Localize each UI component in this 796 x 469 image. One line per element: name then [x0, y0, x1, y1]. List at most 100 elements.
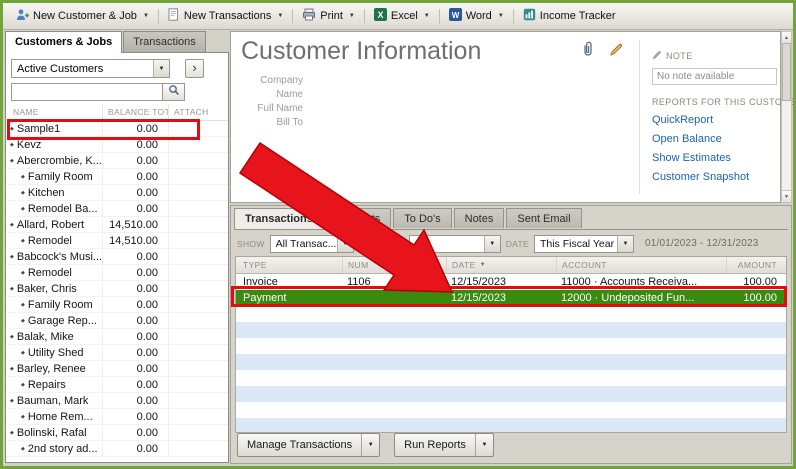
- customer-row[interactable]: ◆ Family Room 0.00: [6, 297, 228, 313]
- tab-transactions-left[interactable]: Transactions: [123, 31, 206, 52]
- full-name-label: Full Name: [257, 103, 303, 114]
- word-button[interactable]: W Word ▼: [442, 5, 511, 27]
- expand-diamond-icon: ◆: [21, 413, 25, 420]
- print-button[interactable]: Print ▼: [295, 5, 362, 27]
- customer-row[interactable]: ◆ Bauman, Mark 0.00: [6, 393, 228, 409]
- open-balance-link[interactable]: Open Balance: [652, 133, 772, 145]
- customer-balance: 0.00: [102, 345, 168, 360]
- scroll-down-icon[interactable]: ▼: [782, 190, 791, 202]
- note-pencil-icon: [652, 50, 662, 62]
- customer-row[interactable]: ◆ Garage Rep... 0.00: [6, 313, 228, 329]
- transaction-date: 12/15/2023: [451, 292, 507, 304]
- expand-diamond-icon: ◆: [10, 125, 14, 132]
- customer-row[interactable]: ◆ Abercrombie, K... 0.00: [6, 153, 228, 169]
- company-name-label: Company Name: [260, 75, 303, 100]
- transaction-row[interactable]: Payment 12/15/2023 12000 · Undeposited Fun…: [236, 290, 786, 306]
- chevron-down-icon[interactable]: ▼: [483, 235, 500, 252]
- customer-row[interactable]: ◆ Kevz 0.00: [6, 137, 228, 153]
- transactions-tabs: Transactions Contacts To Do's Notes Sent…: [234, 208, 788, 230]
- customer-balance: 0.00: [102, 185, 168, 200]
- tab-customers-jobs[interactable]: Customers & Jobs: [5, 31, 123, 53]
- customer-row[interactable]: ◆ Family Room 0.00: [6, 169, 228, 185]
- tab-sent-email[interactable]: Sent Email: [506, 208, 582, 228]
- customer-row[interactable]: ◆ Home Rem... 0.00: [6, 409, 228, 425]
- customer-row[interactable]: ◆ Balak, Mike 0.00: [6, 329, 228, 345]
- show-value: All Transac...: [275, 237, 337, 250]
- chevron-down-icon[interactable]: ▼: [153, 60, 169, 77]
- toolbar-separator: [438, 8, 440, 24]
- customer-row[interactable]: ◆ Remodel 0.00: [6, 265, 228, 281]
- customer-row[interactable]: ◆ Remodel 14,510.00: [6, 233, 228, 249]
- customer-snapshot-link[interactable]: Customer Snapshot: [652, 171, 772, 183]
- show-estimates-link[interactable]: Show Estimates: [652, 152, 772, 164]
- customer-name: Abercrombie, K...: [16, 154, 102, 167]
- customer-attach-cell: [168, 249, 228, 264]
- customer-row[interactable]: ◆ Babcock's Musi... 0.00: [6, 249, 228, 265]
- customer-row[interactable]: ◆ Sample1 0.00: [6, 121, 228, 137]
- date-dropdown[interactable]: This Fiscal Year ▼: [533, 234, 634, 253]
- left-panel-controls: Active Customers ▼ ›: [6, 53, 228, 101]
- customer-name: Sample1: [16, 122, 61, 135]
- vertical-scrollbar[interactable]: ▲ ▼: [781, 31, 792, 203]
- column-header-name[interactable]: NAME: [6, 107, 102, 117]
- customer-balance: 0.00: [102, 425, 168, 440]
- column-header-balance[interactable]: BALANCE TOT...: [102, 104, 168, 120]
- new-transactions-button[interactable]: New Transactions ▼: [161, 5, 290, 27]
- tab-todos[interactable]: To Do's: [393, 208, 452, 228]
- column-header-date[interactable]: DATE ▼: [446, 257, 556, 273]
- excel-button[interactable]: X Excel ▼: [367, 5, 437, 27]
- expand-diamond-icon: ◆: [21, 349, 25, 356]
- customer-row[interactable]: ◆ Barley, Renee 0.00: [6, 361, 228, 377]
- tab-notes[interactable]: Notes: [453, 208, 505, 228]
- tab-transactions[interactable]: Transactions: [234, 208, 324, 229]
- search-button[interactable]: [163, 83, 185, 101]
- customer-info-fields: Company Name Full Name Bill To: [237, 74, 303, 130]
- customer-search-input[interactable]: [11, 83, 163, 101]
- note-box[interactable]: No note available: [652, 68, 777, 85]
- customer-row[interactable]: ◆ 2nd story ad... 0.00: [6, 441, 228, 457]
- column-header-attach[interactable]: ATTACH: [168, 104, 228, 120]
- run-reports-button[interactable]: Run Reports ▼: [394, 433, 494, 457]
- manage-transactions-dropdown[interactable]: ▼: [361, 434, 379, 456]
- customer-row[interactable]: ◆ Allard, Robert 14,510.00: [6, 217, 228, 233]
- column-header-type[interactable]: TYPE: [236, 257, 342, 273]
- column-header-num[interactable]: NUM: [342, 257, 446, 273]
- tab-contacts[interactable]: Contacts: [325, 208, 392, 228]
- customer-row[interactable]: ◆ Remodel Ba... 0.00: [6, 201, 228, 217]
- customer-balance: 0.00: [102, 361, 168, 376]
- customer-row[interactable]: ◆ Baker, Chris 0.00: [6, 281, 228, 297]
- customer-balance: 0.00: [102, 377, 168, 392]
- word-icon: W: [448, 8, 462, 24]
- column-header-account[interactable]: ACCOUNT: [556, 257, 726, 273]
- transaction-row[interactable]: Invoice 1106 12/15/2023 11000 · Accounts Re…: [236, 274, 786, 290]
- customer-row[interactable]: ◆ Repairs 0.00: [6, 377, 228, 393]
- new-customer-job-button[interactable]: New Customer & Job ▼: [9, 5, 156, 27]
- expand-diamond-icon: ◆: [10, 221, 14, 228]
- customer-name: Bolinski, Rafal: [16, 426, 87, 439]
- manage-transactions-button[interactable]: Manage Transactions ▼: [237, 433, 381, 457]
- customer-row[interactable]: ◆ Kitchen 0.00: [6, 185, 228, 201]
- empty-transaction-row: [236, 322, 786, 338]
- income-tracker-button[interactable]: Income Tracker: [516, 5, 623, 27]
- dropdown-arrow-icon: ▼: [497, 13, 504, 19]
- transactions-filter-bar: SHOW All Transac... ▼ FILTER BY All ▼ DA…: [237, 234, 785, 253]
- empty-transaction-row: [236, 418, 786, 432]
- column-header-amount[interactable]: AMOUNT: [726, 257, 786, 273]
- active-customers-dropdown[interactable]: Active Customers ▼: [11, 59, 170, 78]
- edit-customer-button[interactable]: [609, 42, 624, 62]
- customer-name: Remodel: [27, 234, 72, 247]
- attach-file-button[interactable]: [581, 41, 595, 62]
- show-dropdown[interactable]: All Transac... ▼: [269, 234, 354, 253]
- note-heading: NOTE: [666, 51, 693, 61]
- expand-diamond-icon: ◆: [10, 397, 14, 404]
- filter-by-dropdown[interactable]: All ▼: [408, 234, 501, 253]
- collapse-panel-button[interactable]: ›: [185, 59, 204, 78]
- quickreport-link[interactable]: QuickReport: [652, 114, 772, 126]
- customer-row[interactable]: ◆ Utility Shed 0.00: [6, 345, 228, 361]
- customer-attach-cell: [168, 233, 228, 248]
- chevron-down-icon[interactable]: ▼: [336, 235, 353, 252]
- run-reports-dropdown[interactable]: ▼: [474, 434, 493, 456]
- scrollbar-thumb[interactable]: [782, 43, 791, 101]
- customer-row[interactable]: ◆ Bolinski, Rafal 0.00: [6, 425, 228, 441]
- chevron-down-icon[interactable]: ▼: [616, 235, 633, 252]
